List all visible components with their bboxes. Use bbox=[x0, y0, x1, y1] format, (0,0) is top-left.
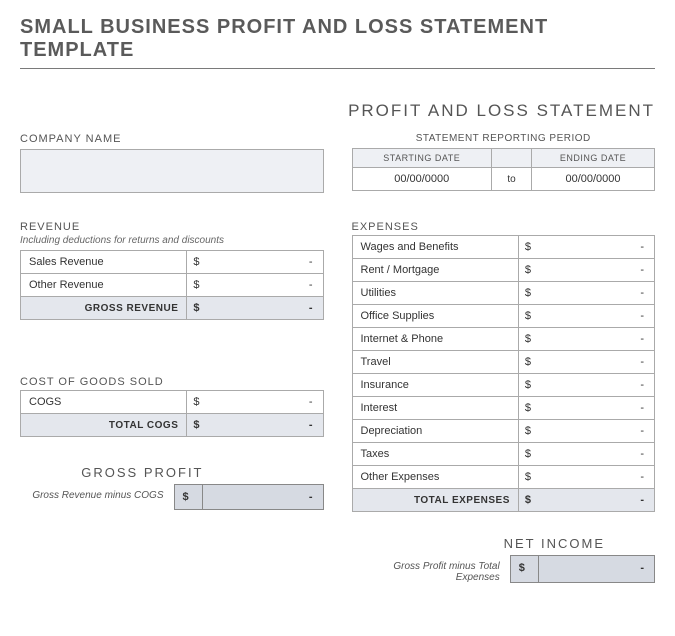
revenue-title: REVENUE bbox=[20, 221, 324, 233]
expense-row-label: Taxes bbox=[352, 443, 518, 466]
expense-row-label: Other Expenses bbox=[352, 466, 518, 489]
total-expenses-label: TOTAL EXPENSES bbox=[352, 489, 518, 512]
expense-row-value[interactable]: - bbox=[537, 443, 655, 466]
period-table: STARTING DATE ENDING DATE 00/00/0000 to … bbox=[352, 148, 656, 191]
net-income-value: - bbox=[538, 555, 655, 583]
currency-symbol: $ bbox=[518, 236, 537, 259]
table-row: Rent / Mortgage $ - bbox=[352, 259, 655, 282]
expense-row-value[interactable]: - bbox=[537, 282, 655, 305]
expense-row-label: Office Supplies bbox=[352, 305, 518, 328]
currency-symbol: $ bbox=[518, 259, 537, 282]
expense-row-label: Travel bbox=[352, 351, 518, 374]
currency-symbol: $ bbox=[187, 297, 206, 320]
expense-row-value[interactable]: - bbox=[537, 328, 655, 351]
revenue-row-label: Other Revenue bbox=[21, 274, 187, 297]
expense-row-label: Wages and Benefits bbox=[352, 236, 518, 259]
total-cogs-label: TOTAL COGS bbox=[21, 414, 187, 437]
currency-symbol: $ bbox=[518, 397, 537, 420]
expense-row-value[interactable]: - bbox=[537, 420, 655, 443]
net-income-note: Gross Profit minus Total Expenses bbox=[352, 555, 510, 583]
total-cogs-row: TOTAL COGS $ - bbox=[21, 414, 324, 437]
expense-row-label: Interest bbox=[352, 397, 518, 420]
starting-date-label: STARTING DATE bbox=[352, 149, 492, 168]
expenses-table: Wages and Benefits $ - Rent / Mortgage $… bbox=[352, 235, 656, 512]
expense-row-value[interactable]: - bbox=[537, 374, 655, 397]
expense-row-value[interactable]: - bbox=[537, 397, 655, 420]
table-row: Travel $ - bbox=[352, 351, 655, 374]
currency-symbol: $ bbox=[187, 391, 206, 414]
table-row: COGS $ - bbox=[21, 391, 324, 414]
currency-symbol: $ bbox=[518, 305, 537, 328]
gross-profit-value: - bbox=[202, 484, 324, 510]
currency-symbol: $ bbox=[518, 466, 537, 489]
gross-revenue-row: GROSS REVENUE $ - bbox=[21, 297, 324, 320]
currency-symbol: $ bbox=[518, 420, 537, 443]
cogs-row-value[interactable]: - bbox=[206, 391, 324, 414]
revenue-row-value[interactable]: - bbox=[206, 251, 324, 274]
period-to-label: to bbox=[492, 168, 532, 191]
ending-date-label: ENDING DATE bbox=[532, 149, 655, 168]
expense-row-value[interactable]: - bbox=[537, 305, 655, 328]
table-row: Wages and Benefits $ - bbox=[352, 236, 655, 259]
revenue-row-value[interactable]: - bbox=[206, 274, 324, 297]
expense-row-label: Internet & Phone bbox=[352, 328, 518, 351]
table-row: Interest $ - bbox=[352, 397, 655, 420]
net-income-title: NET INCOME bbox=[352, 536, 656, 551]
currency-symbol: $ bbox=[174, 484, 202, 510]
title-divider bbox=[20, 68, 655, 69]
expense-row-value[interactable]: - bbox=[537, 259, 655, 282]
starting-date-input[interactable]: 00/00/0000 bbox=[352, 168, 492, 191]
ending-date-input[interactable]: 00/00/0000 bbox=[532, 168, 655, 191]
expense-row-label: Utilities bbox=[352, 282, 518, 305]
total-expenses-value: - bbox=[537, 489, 655, 512]
currency-symbol: $ bbox=[518, 351, 537, 374]
currency-symbol: $ bbox=[187, 414, 206, 437]
expense-row-value[interactable]: - bbox=[537, 466, 655, 489]
company-name-input[interactable] bbox=[20, 149, 324, 193]
currency-symbol: $ bbox=[518, 328, 537, 351]
table-row: Utilities $ - bbox=[352, 282, 655, 305]
expense-row-label: Depreciation bbox=[352, 420, 518, 443]
table-row: Depreciation $ - bbox=[352, 420, 655, 443]
currency-symbol: $ bbox=[518, 374, 537, 397]
revenue-row-label: Sales Revenue bbox=[21, 251, 187, 274]
total-expenses-row: TOTAL EXPENSES $ - bbox=[352, 489, 655, 512]
gross-profit-block: GROSS PROFIT Gross Revenue minus COGS $ … bbox=[20, 465, 324, 510]
currency-symbol: $ bbox=[518, 489, 537, 512]
currency-symbol: $ bbox=[518, 282, 537, 305]
currency-symbol: $ bbox=[510, 555, 538, 583]
currency-symbol: $ bbox=[187, 274, 206, 297]
table-row: Taxes $ - bbox=[352, 443, 655, 466]
period-header: STATEMENT REPORTING PERIOD bbox=[352, 133, 656, 144]
table-row: Internet & Phone $ - bbox=[352, 328, 655, 351]
net-income-block: NET INCOME Gross Profit minus Total Expe… bbox=[352, 536, 656, 583]
gross-revenue-label: GROSS REVENUE bbox=[21, 297, 187, 320]
expense-row-value[interactable]: - bbox=[537, 236, 655, 259]
gross-profit-title: GROSS PROFIT bbox=[20, 465, 324, 480]
table-row: Sales Revenue $ - bbox=[21, 251, 324, 274]
currency-symbol: $ bbox=[518, 443, 537, 466]
total-cogs-value: - bbox=[206, 414, 324, 437]
expense-row-label: Rent / Mortgage bbox=[352, 259, 518, 282]
period-spacer-header bbox=[492, 149, 532, 168]
table-row: Other Revenue $ - bbox=[21, 274, 324, 297]
revenue-table: Sales Revenue $ - Other Revenue $ - GROS… bbox=[20, 250, 324, 320]
expenses-title: EXPENSES bbox=[352, 221, 656, 233]
cogs-row-label: COGS bbox=[21, 391, 187, 414]
table-row: Other Expenses $ - bbox=[352, 466, 655, 489]
gross-revenue-value: - bbox=[206, 297, 324, 320]
template-title: SMALL BUSINESS PROFIT AND LOSS STATEMENT… bbox=[20, 16, 655, 62]
currency-symbol: $ bbox=[187, 251, 206, 274]
revenue-note: Including deductions for returns and dis… bbox=[20, 235, 324, 246]
table-row: Insurance $ - bbox=[352, 374, 655, 397]
cogs-title: COST OF GOODS SOLD bbox=[20, 376, 324, 388]
expense-row-label: Insurance bbox=[352, 374, 518, 397]
cogs-table: COGS $ - TOTAL COGS $ - bbox=[20, 390, 324, 437]
table-row: Office Supplies $ - bbox=[352, 305, 655, 328]
gross-profit-note: Gross Revenue minus COGS bbox=[20, 484, 174, 510]
statement-title: PROFIT AND LOSS STATEMENT bbox=[20, 101, 655, 121]
company-name-label: COMPANY NAME bbox=[20, 133, 324, 145]
expense-row-value[interactable]: - bbox=[537, 351, 655, 374]
